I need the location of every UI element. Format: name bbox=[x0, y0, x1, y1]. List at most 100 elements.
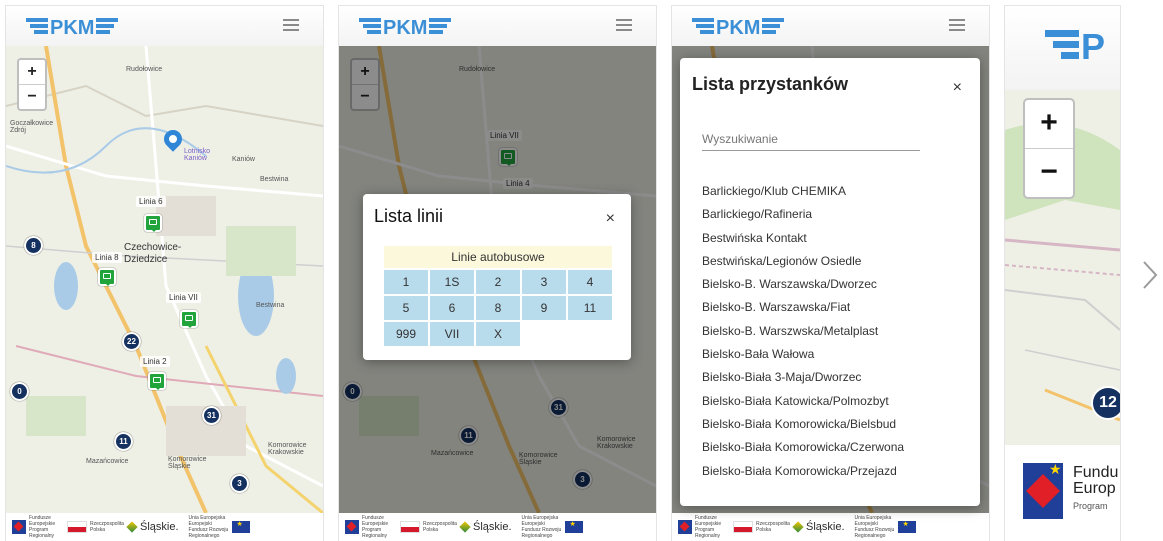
menu-icon[interactable] bbox=[949, 19, 965, 31]
modal-title: Lista linii bbox=[374, 206, 444, 226]
line-button[interactable]: VII bbox=[430, 322, 474, 346]
slaskie-logo: Śląskie. bbox=[126, 521, 179, 533]
list-item[interactable]: Bielsko-Biała 3-Maja/Dworzec bbox=[702, 366, 970, 389]
line-button[interactable]: X bbox=[476, 322, 520, 346]
list-item[interactable]: Barlickiego/Rafineria bbox=[702, 203, 970, 226]
close-icon[interactable]: × bbox=[953, 79, 962, 97]
list-item[interactable]: Bielsko-B. Warszawska/Dworzec bbox=[702, 273, 970, 296]
place-label: Komorowice Śląskie bbox=[168, 456, 207, 470]
place-label: Bestwina bbox=[260, 176, 289, 183]
fe-logo: Fundusze Europejskie Program Regionalny bbox=[678, 515, 723, 539]
list-item[interactable]: Barlickiego/Klub CHEMIKA bbox=[702, 180, 970, 203]
funding-footer: Fundusze Europejskie Program Regionalny … bbox=[6, 513, 323, 541]
list-item[interactable]: Bielsko-Biała Komorowicka/Bielsbud bbox=[702, 413, 970, 436]
line-button[interactable]: 3 bbox=[522, 270, 566, 294]
list-item[interactable]: Bielsko-Biała Komorowicka/Przejazd bbox=[702, 460, 970, 483]
zoom-out-button[interactable]: − bbox=[1025, 148, 1073, 197]
eu-logo: Unia Europejska Europejski Fundusz Rozwo… bbox=[522, 515, 583, 539]
screen-stops-list: PKM Lista przystanków × Barlickiego/Klub… bbox=[672, 6, 989, 541]
bus-icon[interactable] bbox=[148, 372, 166, 390]
bus-icon[interactable] bbox=[180, 310, 198, 328]
list-item[interactable]: Bielsko-B. Warszwska/Metalplast bbox=[702, 320, 970, 343]
list-item[interactable]: Bestwińska/Legionów Osiedle bbox=[702, 250, 970, 273]
map-canvas[interactable]: + − 12 bbox=[1005, 90, 1120, 445]
place-label: Bestwina bbox=[256, 302, 285, 309]
stop-marker[interactable]: 12 bbox=[1091, 386, 1120, 420]
menu-icon[interactable] bbox=[283, 19, 299, 31]
stop-marker[interactable]: 3 bbox=[230, 474, 249, 493]
close-icon[interactable]: × bbox=[606, 210, 615, 228]
stop-marker[interactable]: 11 bbox=[114, 432, 133, 451]
stop-marker[interactable]: 31 bbox=[202, 406, 221, 425]
list-item[interactable]: Bestwińska Kontakt bbox=[702, 227, 970, 250]
place-label: Rudołowice bbox=[126, 66, 163, 73]
fe-logo: Fundusze Europejskie Program Regionalny bbox=[12, 515, 57, 539]
lines-list-modal: Lista linii × Linie autobusowe 1 1S 2 3 … bbox=[363, 194, 631, 360]
line-label: Linia 8 bbox=[92, 252, 122, 263]
search-input[interactable] bbox=[702, 128, 920, 151]
zoom-control: + − bbox=[1023, 98, 1075, 199]
funding-footer: Fundusze Europejskie Program Regionalny … bbox=[672, 513, 989, 541]
line-button[interactable]: 999 bbox=[384, 322, 428, 346]
eu-logo: Unia Europejska Europejski Fundusz Rozwo… bbox=[189, 515, 250, 539]
svg-text:PKM: PKM bbox=[50, 17, 94, 38]
pkm-logo: PKM bbox=[26, 17, 118, 38]
funding-footer: ★ Fundu Europ Program bbox=[1005, 445, 1120, 541]
chevron-right-icon[interactable] bbox=[1141, 260, 1159, 290]
eu-logo: Unia Europejska Europejski Fundusz Rozwo… bbox=[855, 515, 916, 539]
rp-logo: Rzeczpospolita Polska bbox=[733, 521, 790, 533]
bus-lines-header: Linie autobusowe bbox=[384, 246, 612, 268]
stop-marker[interactable]: 22 bbox=[122, 332, 141, 351]
bus-icon[interactable] bbox=[98, 268, 116, 286]
line-button[interactable]: 1S bbox=[430, 270, 474, 294]
star-icon: ★ bbox=[1049, 461, 1062, 477]
place-label: Kaniów bbox=[232, 156, 255, 163]
bus-icon[interactable] bbox=[144, 214, 162, 232]
stop-marker[interactable]: 8 bbox=[24, 236, 43, 255]
place-label: Mazańcowice bbox=[86, 458, 129, 465]
screen-map: PKM + − Rudołowice Goczałkowice Zdrój Lo… bbox=[6, 6, 323, 541]
svg-text:P: P bbox=[1081, 26, 1105, 64]
app-header: PKM bbox=[672, 6, 989, 46]
place-label: Czechowice-Dziedzice bbox=[124, 242, 182, 265]
line-button[interactable]: 11 bbox=[568, 296, 612, 320]
rp-logo: Rzeczpospolita Polska bbox=[400, 521, 457, 533]
line-label: Linia VII bbox=[166, 292, 201, 303]
list-item[interactable]: Bielsko-B. Warszawska/Fiat bbox=[702, 296, 970, 319]
zoom-in-button[interactable]: + bbox=[19, 60, 45, 84]
place-label: Komorowice Krakowskie bbox=[268, 442, 307, 456]
list-item[interactable]: Bielsko-Bała Wałowa bbox=[702, 343, 970, 366]
menu-icon[interactable] bbox=[616, 19, 632, 31]
line-label: Linia 6 bbox=[136, 196, 166, 207]
app-header: PKM bbox=[339, 6, 656, 46]
list-item[interactable]: Bielsko-Biała Katowicka/Polmozbyt bbox=[702, 390, 970, 413]
line-button[interactable]: 4 bbox=[568, 270, 612, 294]
footer-subtext: Program bbox=[1073, 501, 1108, 511]
rp-logo: Rzeczpospolita Polska bbox=[67, 521, 124, 533]
stops-list[interactable]: Barlickiego/Klub CHEMIKA Barlickiego/Raf… bbox=[702, 180, 970, 498]
line-label: Linia 2 bbox=[140, 356, 170, 367]
zoom-in-button[interactable]: + bbox=[1025, 100, 1073, 148]
funding-footer: Fundusze Europejskie Program Regionalny … bbox=[339, 513, 656, 541]
pkm-logo: PKM bbox=[692, 17, 784, 38]
place-label: Goczałkowice Zdrój bbox=[10, 120, 54, 134]
slaskie-logo: Śląskie. bbox=[459, 521, 512, 533]
pkm-logo: PKM bbox=[359, 17, 451, 38]
screen-zoomed-map: P + − 12 ★ Fundu Europ Program bbox=[1005, 6, 1120, 541]
list-item[interactable]: Bielsko-Biała Komorowicka/Czerwona bbox=[702, 436, 970, 459]
app-header: PKM bbox=[6, 6, 323, 46]
pkm-logo: P bbox=[1045, 26, 1105, 64]
zoom-out-button[interactable]: − bbox=[19, 84, 45, 109]
line-button[interactable]: 5 bbox=[384, 296, 428, 320]
map-canvas[interactable]: + − Rudołowice Goczałkowice Zdrój Lotnis… bbox=[6, 46, 323, 513]
modal-title: Lista przystanków bbox=[692, 74, 849, 94]
stop-marker[interactable]: 0 bbox=[10, 382, 29, 401]
line-button[interactable]: 6 bbox=[430, 296, 474, 320]
fe-logo: Fundusze Europejskie Program Regionalny bbox=[345, 515, 390, 539]
line-button[interactable]: 1 bbox=[384, 270, 428, 294]
line-button[interactable]: 8 bbox=[476, 296, 520, 320]
line-button[interactable]: 9 bbox=[522, 296, 566, 320]
svg-text:PKM: PKM bbox=[383, 17, 427, 38]
lines-grid: 1 1S 2 3 4 5 6 8 9 11 999 VII X bbox=[384, 270, 614, 346]
line-button[interactable]: 2 bbox=[476, 270, 520, 294]
